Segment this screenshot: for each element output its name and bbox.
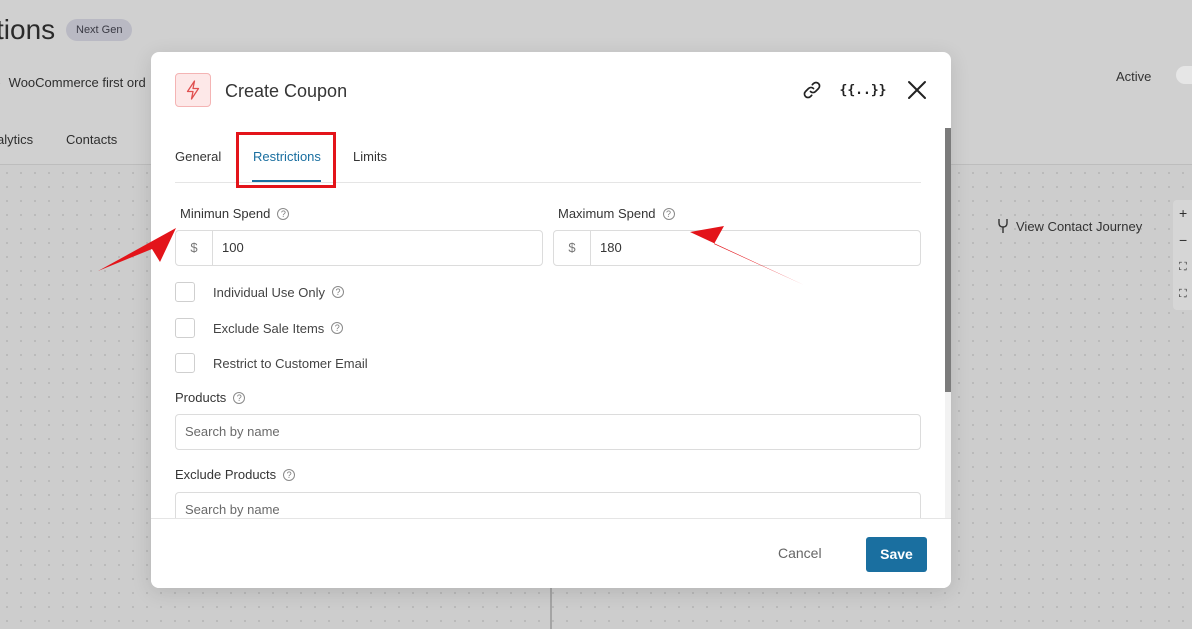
individual-use-row: Individual Use Only ? xyxy=(175,282,344,302)
currency-prefix: $ xyxy=(554,231,591,265)
view-contact-journey-label: View Contact Journey xyxy=(1016,218,1143,234)
exclude-sale-items-checkbox[interactable] xyxy=(175,318,195,338)
fullscreen-button[interactable]: ⛶ xyxy=(1173,281,1192,308)
min-spend-label: Minimun Spend ? xyxy=(180,206,290,221)
min-spend-value[interactable]: 100 xyxy=(213,231,542,265)
max-spend-value[interactable]: 180 xyxy=(591,231,920,265)
active-toggle[interactable] xyxy=(1176,66,1192,84)
help-icon[interactable]: ? xyxy=(283,468,296,481)
restrict-email-row: Restrict to Customer Email xyxy=(175,353,368,373)
merge-tags-icon[interactable]: {{..}} xyxy=(840,78,887,102)
modal-header: Create Coupon {{..}} xyxy=(151,52,951,130)
zoom-out-button[interactable]: − xyxy=(1173,227,1192,254)
exclude-products-label: Exclude Products ? xyxy=(175,467,296,482)
individual-use-label: Individual Use Only xyxy=(213,284,325,300)
next-gen-badge: Next Gen xyxy=(66,19,133,41)
fit-view-button[interactable]: ⛶ xyxy=(1173,254,1192,281)
tab-analytics[interactable]: alytics xyxy=(0,132,33,147)
exclude-sale-items-label: Exclude Sale Items xyxy=(213,320,325,336)
modal-title: Create Coupon xyxy=(225,81,348,101)
min-spend-label-text: Minimun Spend xyxy=(180,206,271,221)
max-spend-label-text: Maximum Spend xyxy=(558,206,656,221)
zoom-in-button[interactable]: + xyxy=(1173,200,1192,227)
help-icon[interactable]: ? xyxy=(233,391,246,404)
annotation-highlight-box xyxy=(236,132,336,188)
workflow-connector xyxy=(550,588,552,629)
help-icon[interactable]: ? xyxy=(332,286,344,298)
chevron-right-icon: › xyxy=(0,74,1,90)
exclude-products-label-text: Exclude Products xyxy=(175,467,277,482)
exclude-sale-items-row: Exclude Sale Items ? xyxy=(175,318,344,338)
lightning-icon xyxy=(186,80,200,100)
close-icon[interactable] xyxy=(905,78,929,102)
restrict-email-label: Restrict to Customer Email xyxy=(213,355,368,371)
products-search-input[interactable]: Search by name xyxy=(175,414,921,450)
save-button[interactable]: Save xyxy=(866,537,927,572)
help-icon[interactable]: ? xyxy=(331,322,344,334)
products-label-text: Products xyxy=(175,390,227,405)
status-label: Active xyxy=(1116,69,1152,84)
restrict-email-checkbox[interactable] xyxy=(175,353,195,373)
cancel-button[interactable]: Cancel xyxy=(778,545,822,561)
link-icon[interactable] xyxy=(800,78,824,102)
help-icon[interactable]: ? xyxy=(277,207,290,220)
currency-prefix: $ xyxy=(176,231,213,265)
page-title: tions xyxy=(0,14,56,45)
tab-contacts[interactable]: Contacts xyxy=(66,132,117,147)
individual-use-checkbox[interactable] xyxy=(175,282,195,302)
scrollbar-thumb[interactable] xyxy=(945,128,951,392)
breadcrumb-label: WooCommerce first ord xyxy=(8,74,146,90)
create-coupon-modal: Create Coupon {{..}} General Restriction… xyxy=(151,52,951,588)
breadcrumb[interactable]: › WooCommerce first ord xyxy=(0,74,146,90)
max-spend-input[interactable]: $ 180 xyxy=(553,230,921,266)
max-spend-label: Maximum Spend ? xyxy=(558,206,675,221)
products-label: Products ? xyxy=(175,390,246,405)
coupon-type-icon xyxy=(175,73,211,107)
tab-general[interactable]: General xyxy=(175,149,221,164)
min-spend-input[interactable]: $ 100 xyxy=(175,230,543,266)
view-contact-journey-link[interactable]: View Contact Journey xyxy=(996,218,1142,234)
modal-footer: Cancel Save xyxy=(151,518,951,588)
tab-limits[interactable]: Limits xyxy=(353,149,387,164)
help-icon[interactable]: ? xyxy=(662,207,675,220)
branch-icon xyxy=(998,219,1008,233)
zoom-controls: + − ⛶ ⛶ xyxy=(1173,200,1192,310)
